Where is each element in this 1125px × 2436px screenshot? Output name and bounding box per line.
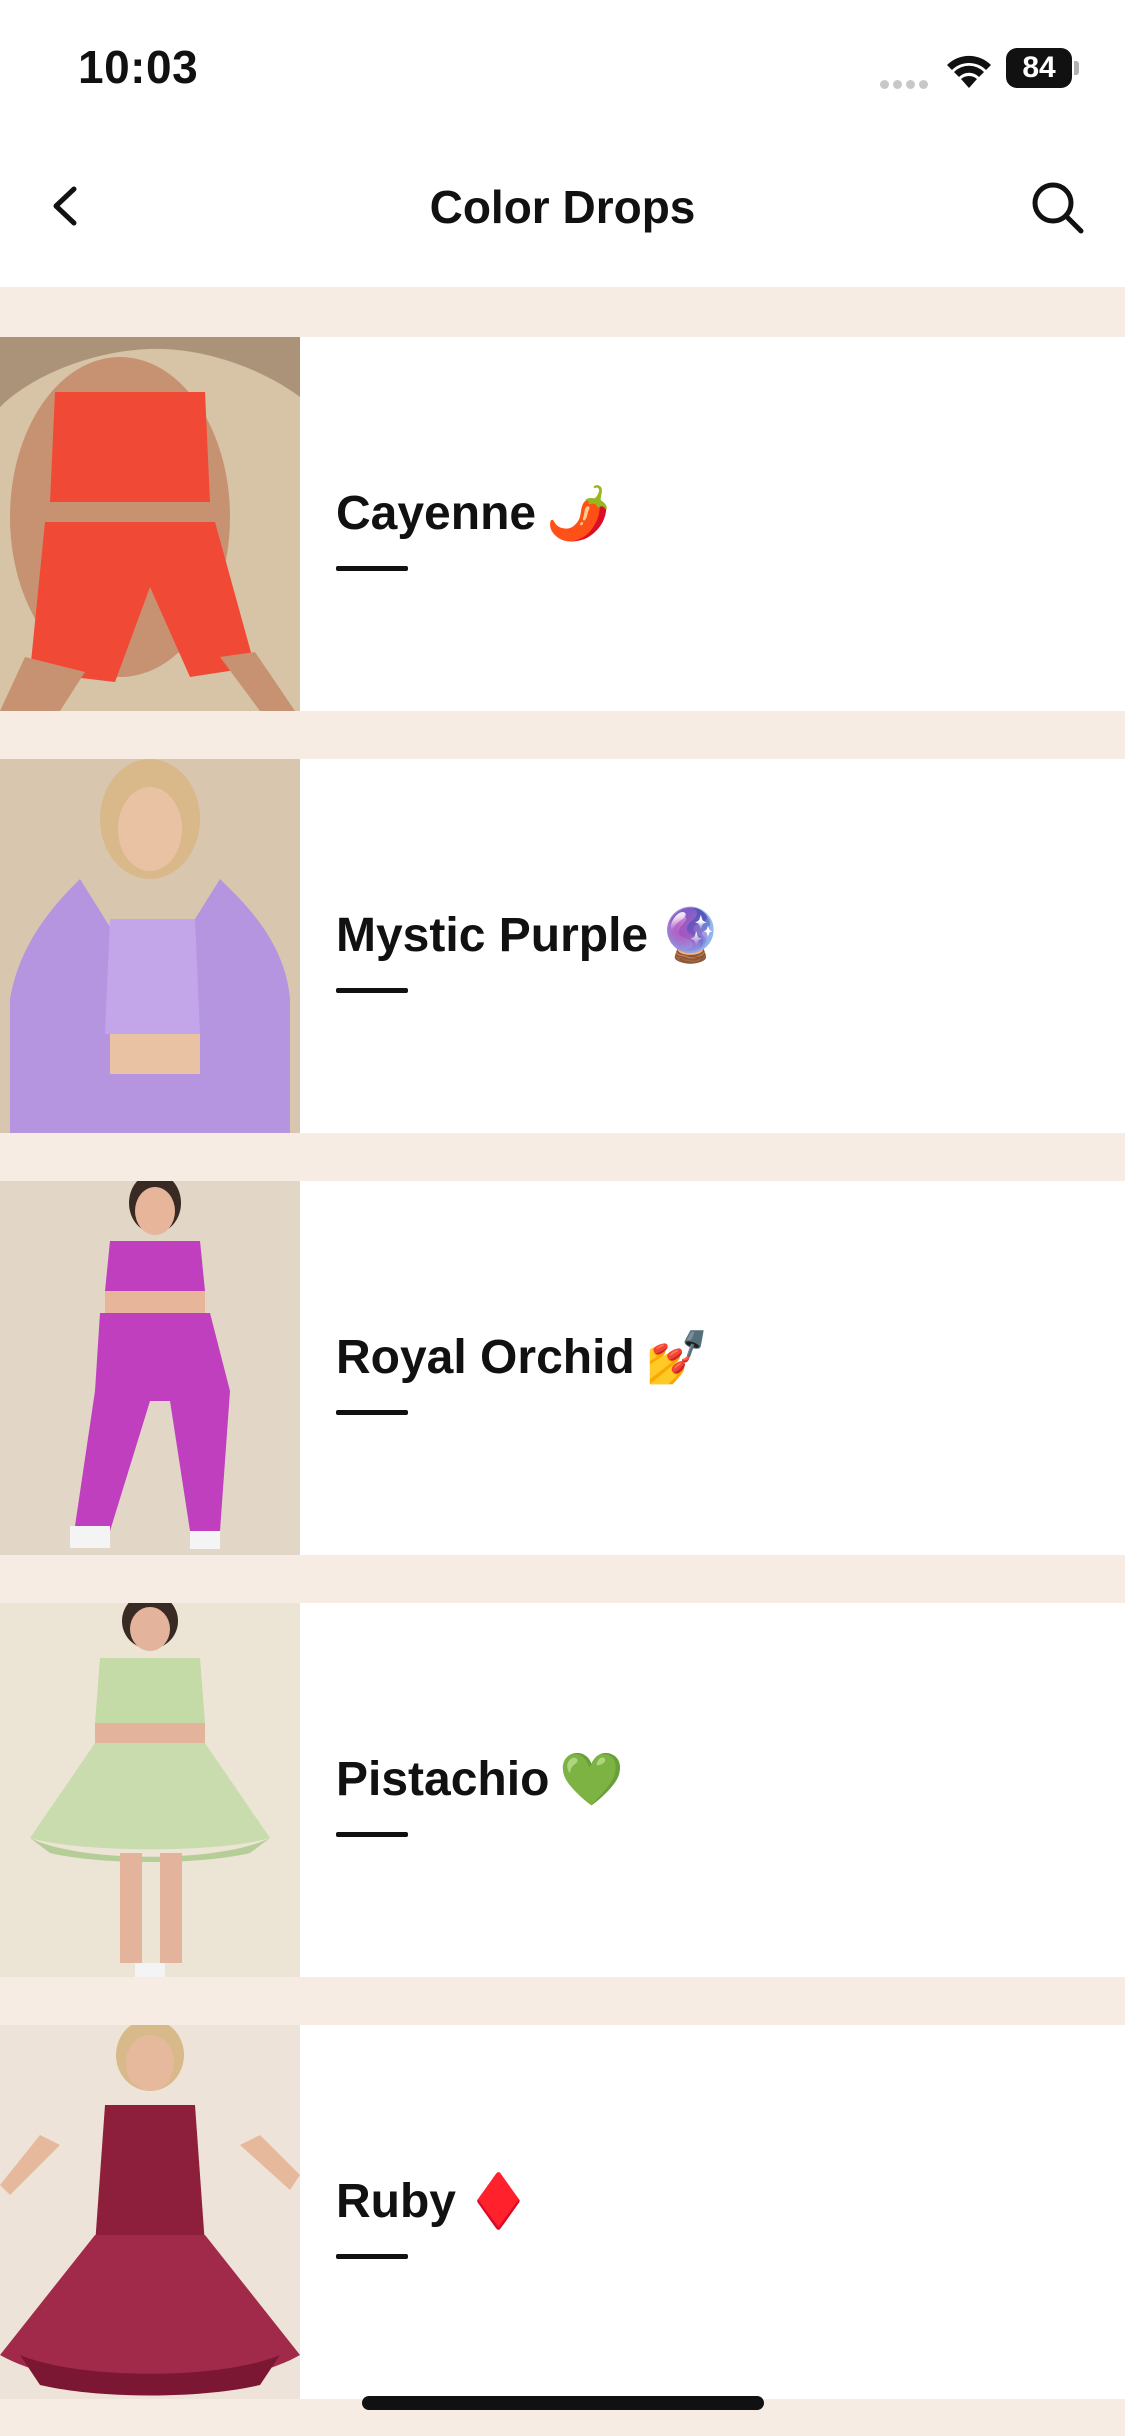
item-text: Royal Orchid 💅 — [336, 1327, 709, 1415]
product-image — [0, 759, 300, 1133]
status-time: 10:03 — [78, 41, 199, 93]
item-underline — [336, 1832, 408, 1837]
search-button[interactable] — [1025, 175, 1091, 241]
product-image — [0, 1181, 300, 1555]
crystal-ball-icon: 🔮 — [658, 907, 723, 965]
item-underline — [336, 1410, 408, 1415]
item-label: Cayenne 🌶️ — [336, 485, 611, 543]
item-text: Cayenne 🌶️ — [336, 483, 611, 571]
battery-level: 84 — [1006, 48, 1072, 88]
item-text: Pistachio 💚 — [336, 1749, 624, 1837]
wifi-icon — [947, 55, 991, 88]
battery-icon: 84 — [1006, 48, 1080, 88]
page-title: Color Drops — [429, 181, 696, 233]
search-icon — [1032, 182, 1084, 234]
green-heart-icon: 💚 — [559, 1751, 625, 1809]
item-label: Mystic Purple 🔮 — [336, 907, 723, 965]
home-indicator[interactable] — [362, 2396, 764, 2410]
item-underline — [336, 988, 408, 993]
item-label: Royal Orchid 💅 — [336, 1329, 710, 1387]
list-item-cayenne[interactable]: Cayenne 🌶️ — [0, 337, 1125, 711]
list-item-pistachio[interactable]: Pistachio 💚 — [0, 1603, 1125, 1977]
item-label: Ruby ♦️ — [336, 2173, 531, 2231]
screen: 10:03 84 Color Drops Cayenne 🌶️ Mystic P… — [0, 0, 1125, 2436]
list-item-ruby[interactable]: Ruby ♦️ — [0, 2025, 1125, 2399]
list-item-mystic-purple[interactable]: Mystic Purple 🔮 — [0, 759, 1125, 1133]
item-underline — [336, 566, 408, 571]
nail-polish-icon: 💅 — [644, 1329, 710, 1387]
product-image — [0, 2025, 300, 2399]
list-item-royal-orchid[interactable]: Royal Orchid 💅 — [0, 1181, 1125, 1555]
cellular-signal-icon — [880, 76, 932, 94]
status-bar: 10:03 84 — [0, 0, 1125, 130]
diamond-suit-icon: ♦️ — [466, 2173, 531, 2231]
color-drops-list: Cayenne 🌶️ Mystic Purple 🔮 Royal Orchid … — [0, 337, 1125, 2436]
product-image — [0, 1603, 300, 1977]
item-text: Mystic Purple 🔮 — [336, 905, 723, 993]
product-image — [0, 337, 300, 711]
item-text: Ruby ♦️ — [336, 2171, 531, 2259]
nav-bar: Color Drops — [0, 130, 1125, 287]
item-underline — [336, 2254, 408, 2259]
chili-pepper-icon: 🌶️ — [546, 485, 611, 543]
item-label: Pistachio 💚 — [336, 1751, 625, 1809]
